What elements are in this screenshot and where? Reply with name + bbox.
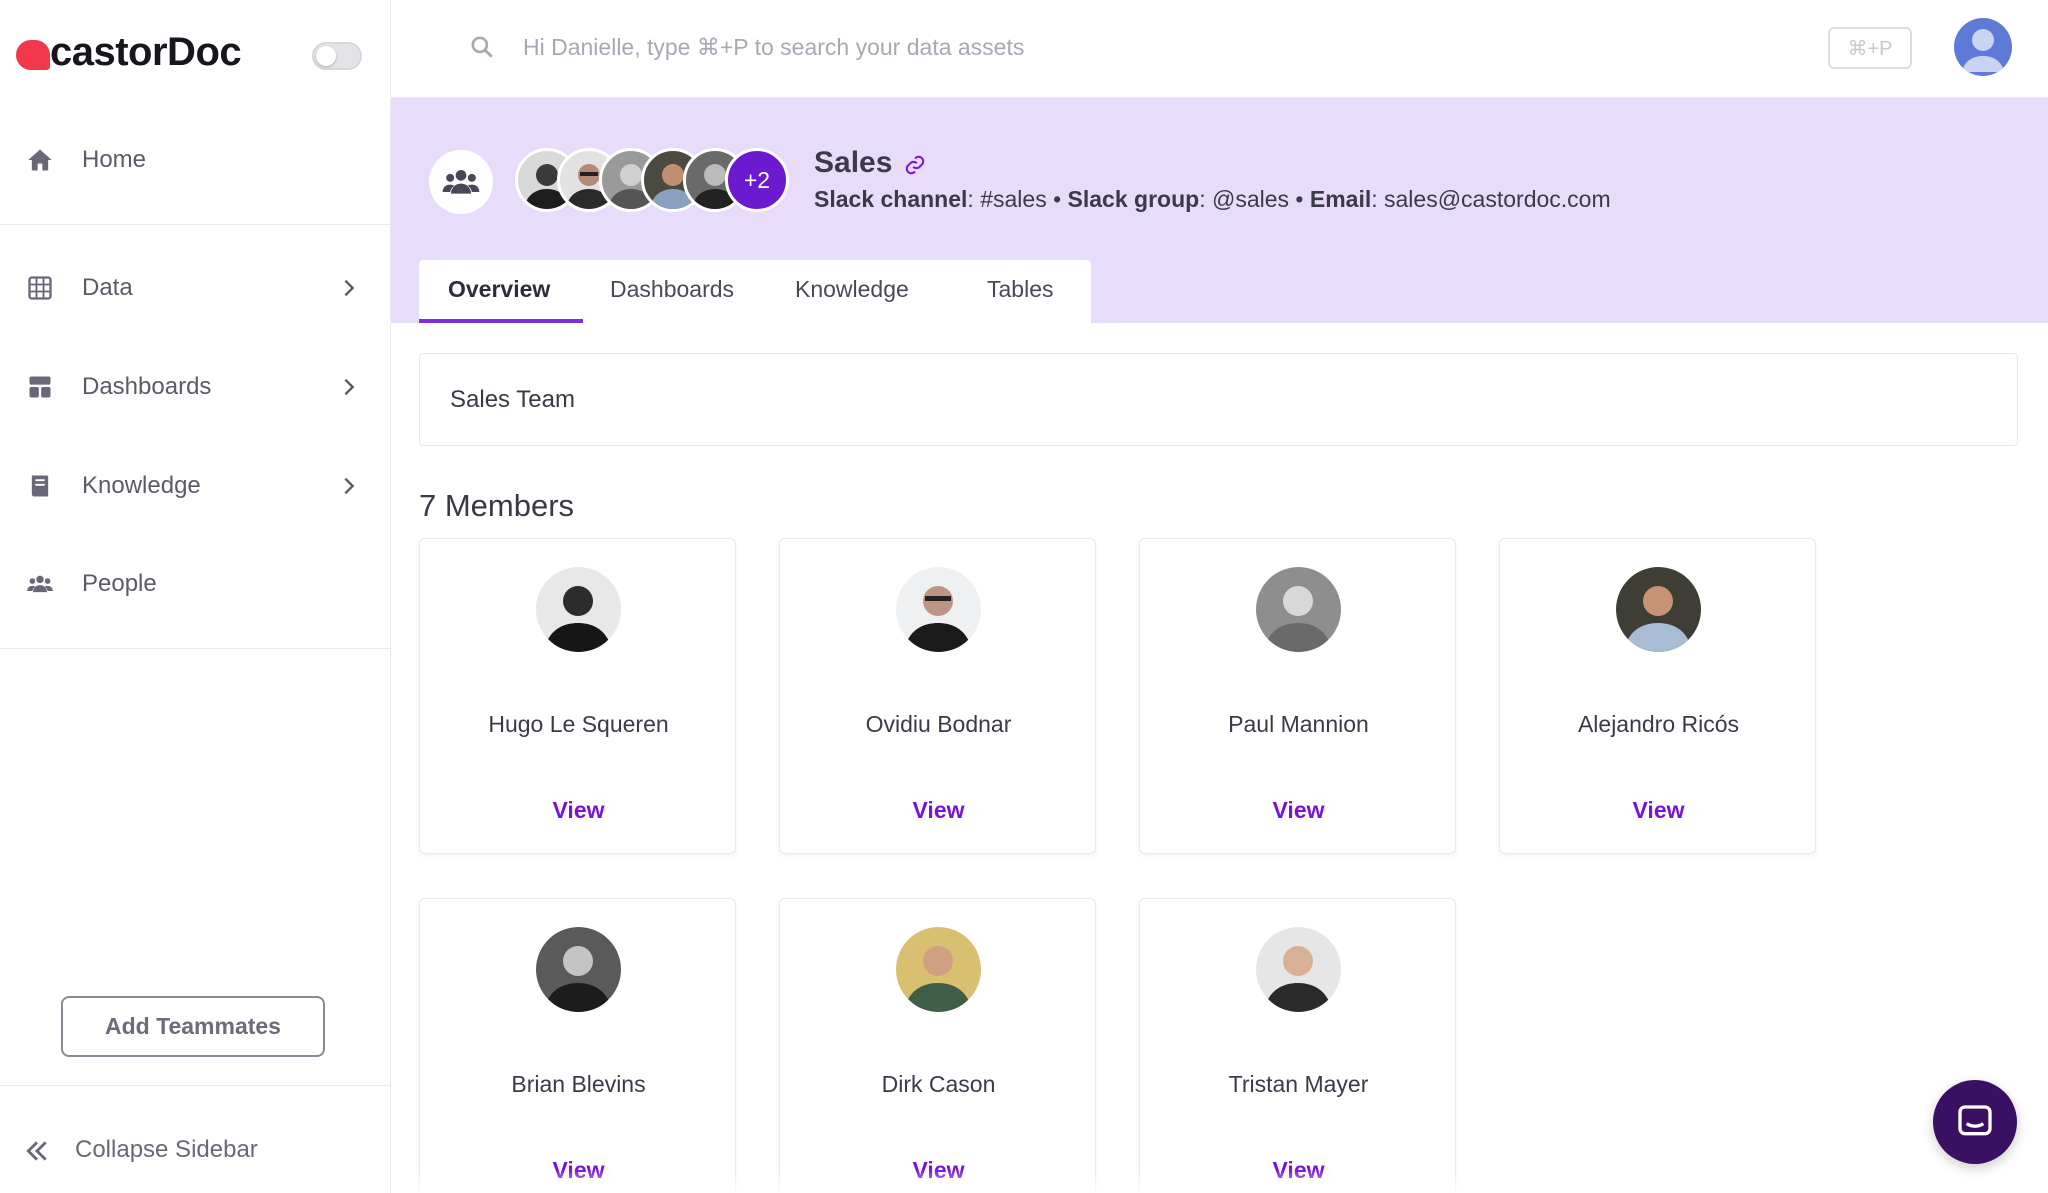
page-title: Sales [814,146,893,179]
view-member-link[interactable]: View [420,797,737,824]
dashboard-icon [29,376,51,398]
people-icon [442,170,480,194]
member-name: Dirk Cason [881,1071,996,1097]
member-name: Alejandro Ricós [1577,711,1740,737]
table-icon [28,276,52,300]
people-icon [27,575,53,593]
tab-knowledge[interactable]: Knowledge [795,276,909,303]
team-description-card: Sales Team [419,353,2018,446]
tab-overview[interactable]: Overview [448,276,550,303]
sidebar-item-label: Dashboards [82,373,212,400]
view-member-link[interactable]: View [1140,797,1457,824]
sidebar-item-dashboards[interactable]: Dashboards [0,357,390,417]
sidebar-item-data[interactable]: Data [0,258,390,318]
collapse-sidebar-button[interactable]: Collapse Sidebar [0,1120,390,1180]
sidebar-item-label: Data [82,274,133,301]
home-icon [28,149,52,171]
avatar [896,567,981,652]
email-label: Email [1309,186,1372,212]
sidebar-item-people[interactable]: People [0,554,390,614]
sidebar-item-home[interactable]: Home [0,130,390,190]
member-name: Paul Mannion [1228,711,1369,737]
member-card: Tristan Mayer View [1139,898,1456,1193]
team-email: sales@castordoc.com [1384,186,1611,212]
logo-text: castorDoc [50,30,242,74]
chevron-right-icon [344,378,355,396]
slack-group: @sales [1211,186,1290,212]
view-member-link[interactable]: View [1500,797,1817,824]
link-icon[interactable] [904,154,926,176]
book-icon [31,475,49,497]
sidebar-item-knowledge[interactable]: Knowledge [0,456,390,516]
sidebar: castorDoc Home Data Dashboards Knowledge… [0,0,391,1193]
tab-bar: Overview Dashboards Knowledge Tables [419,260,1091,323]
slack-channel-label: Slack channel [814,186,968,212]
avatar[interactable] [1954,18,2012,76]
double-chevron-left-icon [26,1141,47,1161]
member-name: Brian Blevins [511,1071,646,1097]
view-member-link[interactable]: View [420,1157,737,1184]
logo-mark [16,40,50,70]
active-tab-indicator [419,319,583,323]
divider [0,1085,390,1086]
sidebar-item-label: Home [82,146,147,173]
members-heading: 7 Members [419,488,575,523]
add-teammates-button[interactable]: Add Teammates [61,996,325,1057]
search-icon [471,36,493,58]
chat-icon [1958,1105,1992,1136]
member-card: Ovidiu Bodnar View [779,538,1096,854]
slack-channel: #sales [980,186,1047,212]
team-avatar [429,150,493,214]
avatar [536,567,621,652]
chat-support-button[interactable] [1933,1080,2017,1164]
more-members-badge: +2 [725,148,789,212]
team-description: Sales Team [450,386,575,413]
collapse-sidebar-label: Collapse Sidebar [75,1136,258,1163]
tab-tables[interactable]: Tables [987,276,1053,303]
logo[interactable]: castorDoc [16,28,376,82]
sidebar-item-label: People [82,570,157,597]
theme-toggle[interactable] [312,42,362,70]
member-card: Dirk Cason View [779,898,1096,1193]
view-member-link[interactable]: View [780,1157,1097,1184]
avatar [1256,927,1341,1012]
chevron-right-icon [344,477,355,495]
shortcut-badge: ⌘+P [1828,27,1912,69]
sidebar-item-label: Knowledge [82,472,201,499]
member-card: Alejandro Ricós View [1499,538,1816,854]
avatar [536,927,621,1012]
team-contact-info: Slack channel: #sales • Slack group: @sa… [814,186,1611,212]
divider [0,648,390,649]
slack-group-label: Slack group [1067,186,1200,212]
member-card: Paul Mannion View [1139,538,1456,854]
user-icon [1962,29,2004,72]
avatar [896,927,981,1012]
divider [0,224,390,225]
avatar [1616,567,1701,652]
member-card: Hugo Le Squeren View [419,538,736,854]
member-name: Tristan Mayer [1228,1071,1369,1097]
toggle-knob [316,46,336,66]
view-member-link[interactable]: View [1140,1157,1457,1184]
search-input[interactable]: Hi Danielle, type ⌘+P to search your dat… [523,34,1024,61]
team-header: +2 Sales Slack channel: #sales • Slack g… [391,98,2048,323]
tab-dashboards[interactable]: Dashboards [610,276,734,303]
member-name: Ovidiu Bodnar [865,711,1012,737]
top-bar: Hi Danielle, type ⌘+P to search your dat… [391,0,2048,98]
view-member-link[interactable]: View [780,797,1097,824]
chevron-right-icon [344,279,355,297]
member-name: Hugo Le Squeren [488,711,669,737]
avatar [1256,567,1341,652]
member-card: Brian Blevins View [419,898,736,1193]
